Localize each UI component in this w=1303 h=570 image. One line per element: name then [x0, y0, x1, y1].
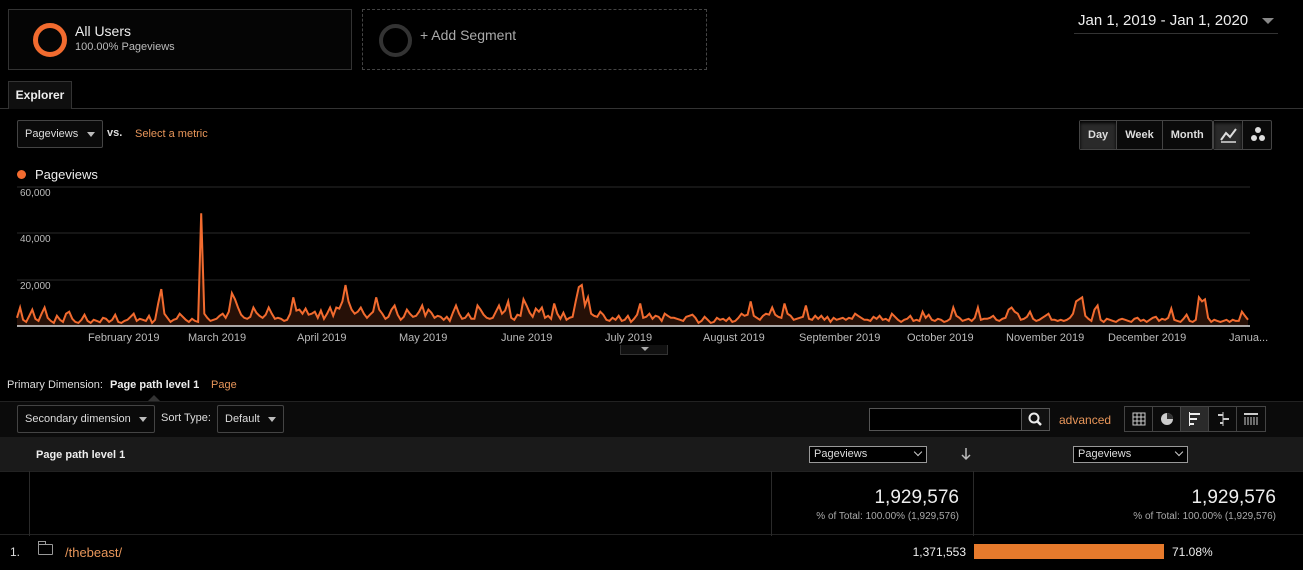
day-button[interactable]: Day	[1080, 121, 1118, 149]
x-tick-label: December 2019	[1108, 332, 1186, 344]
sort-type-value: Default	[225, 413, 260, 425]
x-tick-label: June 2019	[501, 332, 552, 344]
y-tick-label: 60,000	[20, 188, 51, 199]
column-header-dimension: Page path level 1	[36, 449, 126, 461]
tab-explorer[interactable]: Explorer	[8, 81, 72, 109]
row-path-link[interactable]: /thebeast/	[65, 545, 122, 560]
date-range-label: Jan 1, 2019 - Jan 1, 2020	[1078, 12, 1249, 29]
month-button[interactable]: Month	[1163, 121, 1212, 149]
select-a-metric-link[interactable]: Select a metric	[135, 128, 208, 140]
pageviews-chart: 60,000 40,000 20,000 February 2019 March 201…	[16, 186, 1268, 344]
x-tick-label: May 2019	[399, 332, 447, 344]
data-view-button[interactable]	[1125, 407, 1153, 431]
sort-descending-icon[interactable]	[960, 447, 972, 461]
x-tick-label: April 2019	[297, 332, 347, 344]
column-metric-select-1[interactable]: Pageviews	[809, 446, 927, 463]
column-metric-1-label: Pageviews	[814, 448, 868, 460]
vs-label: vs.	[107, 127, 123, 139]
pie-icon	[1161, 413, 1173, 425]
search-button[interactable]	[1021, 408, 1050, 431]
column-metric-2-label: Pageviews	[1078, 448, 1132, 460]
motion-chart-button[interactable]	[1243, 121, 1271, 149]
sort-type-label: Sort Type:	[161, 412, 211, 424]
search-icon	[1028, 412, 1042, 426]
x-tick-label: October 2019	[907, 332, 974, 344]
legend-dot	[17, 170, 26, 179]
primary-dimension-label: Primary Dimension:	[7, 379, 103, 391]
segment-subtitle: 100.00% Pageviews	[75, 41, 175, 53]
chart-resize-handle[interactable]	[620, 345, 668, 355]
caret-down-icon	[1262, 18, 1274, 24]
grid-icon	[1132, 412, 1146, 426]
comparison-icon	[1218, 412, 1229, 426]
empty-segment-ring-icon	[379, 24, 412, 57]
column-metric-select-2[interactable]: Pageviews	[1073, 446, 1188, 463]
caret-down-icon	[139, 417, 147, 422]
totals-row	[0, 471, 1303, 535]
x-tick-label: Janua...	[1229, 332, 1268, 344]
bubbles-icon	[1251, 127, 1265, 141]
segment-ring-icon	[33, 23, 67, 57]
total-metric-1: 1,929,576	[874, 487, 959, 508]
add-segment-button[interactable]: + Add Segment	[362, 9, 707, 70]
line-chart-icon	[1220, 128, 1237, 143]
pivot-icon	[1244, 413, 1258, 425]
week-button[interactable]: Week	[1117, 121, 1163, 149]
row-percentage-bar	[974, 544, 1164, 559]
comparison-view-button[interactable]	[1209, 407, 1237, 431]
folder-icon[interactable]	[38, 541, 53, 555]
row-percentage: 71.08%	[1172, 545, 1213, 559]
x-tick-label: February 2019	[88, 332, 160, 344]
chevron-down-icon	[1174, 447, 1184, 457]
x-tick-label: July 2019	[605, 332, 652, 344]
x-tick-label: September 2019	[799, 332, 880, 344]
caret-down-icon	[641, 347, 649, 351]
primary-dimension-active: Page path level 1	[110, 379, 200, 391]
performance-view-button[interactable]	[1181, 407, 1209, 431]
date-range-picker[interactable]: Jan 1, 2019 - Jan 1, 2020	[1074, 10, 1278, 34]
row-value: 1,371,553	[912, 545, 966, 559]
total-metric-2-sub: % of Total: 100.00% (1,929,576)	[1133, 511, 1276, 522]
total-metric-1-sub: % of Total: 100.00% (1,929,576)	[816, 511, 959, 522]
bars-icon	[1189, 412, 1200, 426]
table-view-buttons	[1124, 406, 1266, 432]
line-chart-button[interactable]	[1214, 121, 1243, 149]
primary-dimension-page-link[interactable]: Page	[211, 379, 237, 391]
sort-type-select[interactable]: Default	[217, 405, 284, 433]
pivot-view-button[interactable]	[1237, 407, 1265, 431]
metric-select[interactable]: Pageviews	[17, 120, 103, 148]
x-tick-label: March 2019	[188, 332, 246, 344]
advanced-filter-link[interactable]: advanced	[1059, 413, 1111, 427]
caret-down-icon	[87, 132, 95, 137]
x-tick-label: November 2019	[1006, 332, 1084, 344]
segment-all-users[interactable]: All Users 100.00% Pageviews	[8, 9, 352, 70]
secondary-dimension-label: Secondary dimension	[25, 413, 131, 425]
y-tick-label: 40,000	[20, 234, 51, 245]
percentage-view-button[interactable]	[1153, 407, 1181, 431]
metric-select-label: Pageviews	[25, 128, 79, 140]
secondary-dimension-select[interactable]: Secondary dimension	[17, 405, 155, 433]
x-tick-label: August 2019	[703, 332, 765, 344]
add-segment-label: + Add Segment	[420, 27, 517, 43]
chevron-down-icon	[913, 447, 923, 457]
caret-down-icon	[268, 417, 276, 422]
segment-title: All Users	[75, 23, 132, 39]
total-metric-2: 1,929,576	[1191, 487, 1276, 508]
chart-type-buttons	[1213, 120, 1272, 150]
granularity-buttons: Day Week Month	[1079, 120, 1213, 150]
y-tick-label: 20,000	[20, 281, 51, 292]
row-number: 1.	[10, 545, 21, 559]
